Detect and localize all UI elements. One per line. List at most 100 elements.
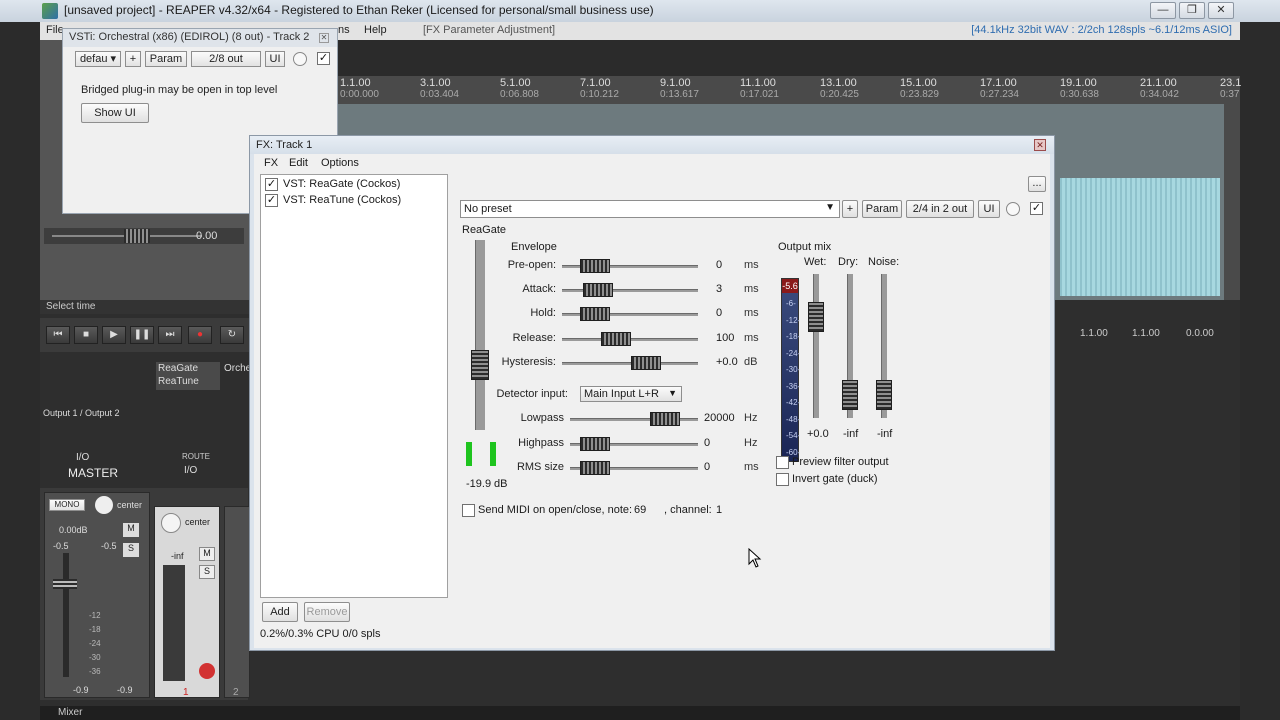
track-io-label[interactable]: I/O <box>184 465 197 476</box>
add-fx-button[interactable]: Add <box>262 602 298 622</box>
record-button[interactable]: ● <box>188 326 212 344</box>
route-label[interactable]: ROUTE <box>182 452 210 461</box>
title-bar: [unsaved project] - REAPER v4.32/x64 - R… <box>0 0 1280 22</box>
track1-record-arm-button[interactable] <box>199 663 215 679</box>
envelope-param-slider-thumb[interactable] <box>631 355 661 370</box>
filter-param-value[interactable]: 0 <box>704 461 710 473</box>
mixer-tab[interactable]: Mixer <box>58 707 82 718</box>
vsti-preset-dropdown[interactable]: defau ▾ <box>75 51 121 67</box>
master-mute-button[interactable]: M <box>123 523 139 537</box>
repeat-button[interactable]: ↻ <box>220 326 244 344</box>
filter-param-value[interactable]: 0 <box>704 437 710 449</box>
track1-pan-knob[interactable] <box>161 513 181 533</box>
audio-device-info[interactable]: [44.1kHz 32bit WAV : 2/2ch 128spls ~6.1/… <box>971 24 1232 36</box>
stop-button[interactable]: ■ <box>74 326 98 344</box>
envelope-param-slider[interactable] <box>562 331 698 346</box>
show-ui-button[interactable]: Show UI <box>81 103 149 123</box>
envelope-param-value[interactable]: 3 <box>716 283 722 295</box>
menu-options[interactable]: ns <box>338 24 350 36</box>
fx-menu-edit[interactable]: Edit <box>289 157 308 169</box>
master-solo-button[interactable]: S <box>123 543 139 557</box>
filter-param-slider-thumb[interactable] <box>580 461 610 475</box>
vsti-add-preset-button[interactable]: + <box>125 51 141 67</box>
param-button[interactable]: Param <box>862 200 902 218</box>
envelope-param-slider[interactable] <box>562 283 698 298</box>
ui-toggle-button[interactable]: UI <box>978 200 1000 218</box>
fx-chain-list[interactable]: ✓ VST: ReaGate (Cockos) ✓ VST: ReaTune (… <box>260 174 448 598</box>
go-to-end-button[interactable]: ⏭ <box>158 326 182 344</box>
dry-fader[interactable] <box>842 380 858 410</box>
noise-fader[interactable] <box>876 380 892 410</box>
wet-knob-icon[interactable] <box>1006 202 1020 216</box>
envelope-param-value[interactable]: 0 <box>716 259 722 271</box>
fx-slot-reatune[interactable]: ReaTune <box>158 376 199 387</box>
midi-channel-value[interactable]: 1 <box>716 504 722 516</box>
ruler-time-label: 0:03.404 <box>420 89 459 100</box>
fx-slot-list[interactable]: ReaGate ReaTune <box>156 362 220 390</box>
vsti-ui-button[interactable]: UI <box>265 51 285 67</box>
track-volume-fader[interactable] <box>124 229 150 243</box>
io-routing-button[interactable]: 2/4 in 2 out <box>906 200 974 218</box>
detector-input-dropdown[interactable]: Main Input L+R ▼ <box>580 386 682 402</box>
vertical-scrollbar[interactable] <box>1224 104 1240 300</box>
envelope-param-value[interactable]: +0.0 <box>716 356 738 368</box>
play-button[interactable]: ▶ <box>102 326 126 344</box>
envelope-param-slider-thumb[interactable] <box>583 283 613 298</box>
filter-param-slider-thumb[interactable] <box>650 412 680 426</box>
fx-slot-reagate[interactable]: ReaGate <box>158 363 198 374</box>
envelope-param-slider[interactable] <box>562 307 698 322</box>
close-button[interactable]: ✕ <box>1208 2 1234 19</box>
filter-param-slider[interactable] <box>570 436 698 451</box>
menu-help[interactable]: Help <box>364 24 387 36</box>
send-midi-checkbox[interactable] <box>462 504 475 517</box>
envelope-param-slider[interactable] <box>562 259 698 273</box>
envelope-param-value[interactable]: 0 <box>716 307 722 319</box>
vsti-close-button[interactable]: ✕ <box>319 33 329 43</box>
filter-param-slider[interactable] <box>570 412 698 426</box>
filter-param-slider[interactable] <box>570 461 698 475</box>
vsti-param-button[interactable]: Param <box>145 51 187 67</box>
minimize-button[interactable]: — <box>1150 2 1176 19</box>
fx-menu-options[interactable]: Options <box>321 157 359 169</box>
io-label[interactable]: I/O <box>76 452 89 463</box>
midi-note-value[interactable]: 69 <box>634 504 646 516</box>
add-preset-button[interactable]: + <box>842 200 858 218</box>
wet-fader[interactable] <box>808 302 824 332</box>
envelope-param-slider-thumb[interactable] <box>580 259 610 273</box>
fx-chain-item[interactable]: VST: ReaGate (Cockos) <box>283 178 400 190</box>
output-routing-label[interactable]: Output 1 / Output 2 <box>43 408 120 418</box>
fx-menu-fx[interactable]: FX <box>264 157 278 169</box>
meter-scale-tick: -12- <box>786 315 801 325</box>
fx-enable-checkbox[interactable]: ✓ <box>265 178 278 191</box>
media-item[interactable] <box>1060 178 1220 296</box>
bypass-checkbox[interactable]: ✓ <box>1030 202 1043 215</box>
vsti-wet-knob-icon[interactable] <box>293 52 307 66</box>
pause-button[interactable]: ❚❚ <box>130 326 154 344</box>
vsti-io-button[interactable]: 2/8 out <box>191 51 261 67</box>
go-to-start-button[interactable]: ⏮ <box>46 326 70 344</box>
filter-param-slider-thumb[interactable] <box>580 436 610 451</box>
preview-filter-checkbox[interactable] <box>776 456 789 469</box>
preset-dropdown[interactable]: No preset ▼ <box>460 200 840 218</box>
master-volume-fader[interactable] <box>53 579 77 589</box>
track1-mute-button[interactable]: M <box>199 547 215 561</box>
restore-button[interactable]: ❐ <box>1179 2 1205 19</box>
more-options-button[interactable]: ... <box>1028 176 1046 192</box>
envelope-param-slider[interactable] <box>562 355 698 370</box>
invert-gate-checkbox[interactable] <box>776 473 789 486</box>
envelope-param-slider-thumb[interactable] <box>580 307 610 322</box>
fx-chain-item[interactable]: VST: ReaTune (Cockos) <box>283 194 401 206</box>
pan-knob[interactable] <box>95 496 113 514</box>
track1-solo-button[interactable]: S <box>199 565 215 579</box>
vsti-bypass-checkbox[interactable]: ✓ <box>317 52 330 65</box>
envelope-param-slider-thumb[interactable] <box>601 331 631 346</box>
filter-param-value[interactable]: 20000 <box>704 412 735 424</box>
fx-enable-checkbox[interactable]: ✓ <box>265 194 278 207</box>
fx-slot-orchestral[interactable]: Orche <box>224 363 251 374</box>
meter-scale-tick: -48- <box>786 414 801 424</box>
remove-fx-button[interactable]: Remove <box>304 602 350 622</box>
timeline-ruler[interactable]: 1.1.00 0:00.000 3.1.00 0:03.404 5.1.00 0:06.8… <box>336 76 1241 104</box>
envelope-param-value[interactable]: 100 <box>716 332 734 344</box>
mono-button[interactable]: MONO <box>49 499 85 511</box>
fx-close-button[interactable]: ✕ <box>1034 139 1046 151</box>
